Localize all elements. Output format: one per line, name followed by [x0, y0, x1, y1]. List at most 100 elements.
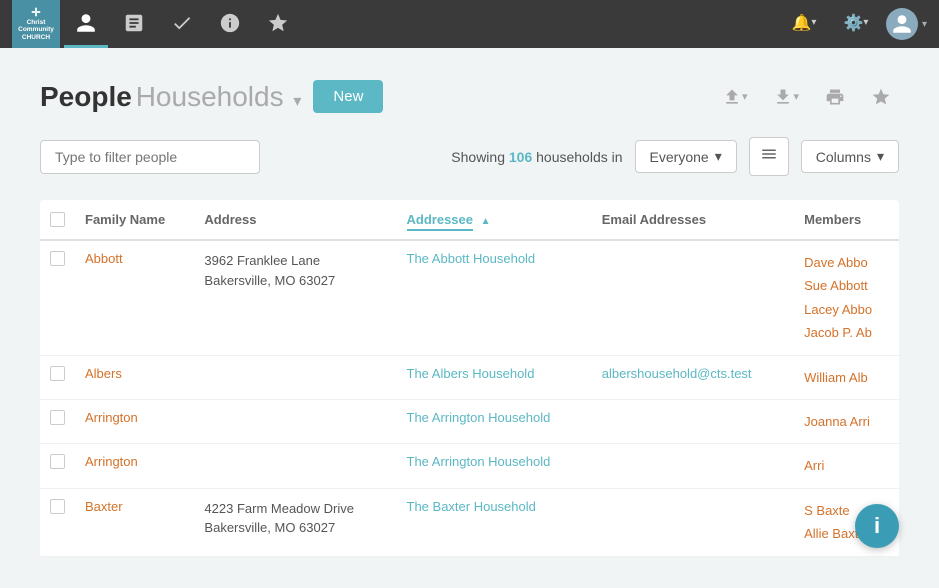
- email-cell: [592, 488, 794, 556]
- group-dropdown-caret: ▾: [715, 148, 722, 165]
- email-cell: [592, 399, 794, 443]
- search-input[interactable]: [40, 140, 260, 174]
- row-checkbox[interactable]: [50, 499, 65, 514]
- addressee-link[interactable]: The Abbott Household: [407, 251, 536, 266]
- family-name-cell: Arrington: [75, 399, 194, 443]
- page-header: People Households ▾ New ▾ ▾: [40, 80, 899, 113]
- addressee-link[interactable]: The Arrington Household: [407, 454, 551, 469]
- address-cell: [194, 444, 396, 488]
- address-cell: 3962 Franklee LaneBakersville, MO 63027: [194, 240, 396, 355]
- th-address-label: Address: [204, 212, 256, 227]
- family-name-link[interactable]: Arrington: [85, 454, 138, 469]
- title-dropdown-caret[interactable]: ▾: [293, 93, 301, 110]
- title-bold: People: [40, 81, 132, 112]
- data-table: Family Name Address Addressee ▲ Email Ad…: [40, 200, 899, 557]
- family-name-link[interactable]: Abbott: [85, 251, 123, 266]
- table-row: Abbott 3962 Franklee LaneBakersville, MO …: [40, 240, 899, 355]
- nav-checkin[interactable]: [160, 0, 204, 48]
- addressee-link[interactable]: The Baxter Household: [407, 499, 536, 514]
- th-select-all[interactable]: [40, 200, 75, 240]
- logo[interactable]: ✛ ChristCommunityCHURCH: [12, 0, 60, 48]
- th-addressee[interactable]: Addressee ▲: [397, 200, 592, 240]
- address-line1: 4223 Farm Meadow Drive: [204, 499, 386, 519]
- table-row: Albers The Albers Household albershousehol…: [40, 355, 899, 399]
- notifications-btn[interactable]: 🔔 ▾: [782, 0, 826, 48]
- addressee-cell: The Arrington Household: [397, 399, 592, 443]
- upload-button[interactable]: ▾: [714, 83, 756, 111]
- family-name-cell: Arrington: [75, 444, 194, 488]
- row-checkbox-cell: [40, 488, 75, 556]
- members-cell: Joanna Arri: [794, 399, 899, 443]
- new-button[interactable]: New: [313, 80, 383, 113]
- nav-tasks[interactable]: [112, 0, 156, 48]
- address-line2: Bakersville, MO 63027: [204, 271, 386, 291]
- row-checkbox[interactable]: [50, 410, 65, 425]
- nav-left: ✛ ChristCommunityCHURCH: [12, 0, 300, 48]
- email-cell: [592, 240, 794, 355]
- select-all-checkbox[interactable]: [50, 212, 65, 227]
- columns-dropdown-caret: ▾: [877, 148, 884, 165]
- th-family-name: Family Name: [75, 200, 194, 240]
- group-dropdown[interactable]: Everyone ▾: [635, 140, 737, 173]
- profile-btn[interactable]: ▾: [886, 8, 927, 40]
- page-content: People Households ▾ New ▾ ▾: [0, 48, 939, 557]
- row-checkbox-cell: [40, 240, 75, 355]
- address-cell: [194, 399, 396, 443]
- th-address: Address: [194, 200, 396, 240]
- address-line1: 3962 Franklee Lane: [204, 251, 386, 271]
- family-name-cell: Albers: [75, 355, 194, 399]
- family-name-link[interactable]: Baxter: [85, 499, 123, 514]
- download-button[interactable]: ▾: [765, 83, 807, 111]
- email-cell: albershousehold@cts.test: [592, 355, 794, 399]
- addressee-link[interactable]: The Albers Household: [407, 366, 535, 381]
- table-row: Baxter 4223 Farm Meadow DriveBakersville,…: [40, 488, 899, 556]
- member-name: Arri: [804, 454, 889, 477]
- addressee-link[interactable]: The Arrington Household: [407, 410, 551, 425]
- row-checkbox[interactable]: [50, 366, 65, 381]
- addressee-cell: The Albers Household: [397, 355, 592, 399]
- member-name: Jacob P. Ab: [804, 321, 889, 344]
- nav-giving[interactable]: [208, 0, 252, 48]
- family-name-cell: Abbott: [75, 240, 194, 355]
- member-name: Joanna Arri: [804, 410, 889, 433]
- row-checkbox-cell: [40, 444, 75, 488]
- member-name: Lacey Abbo: [804, 298, 889, 321]
- favorite-button[interactable]: [863, 83, 899, 111]
- list-view-button[interactable]: [749, 137, 789, 176]
- addressee-cell: The Abbott Household: [397, 240, 592, 355]
- row-checkbox[interactable]: [50, 251, 65, 266]
- member-name: Sue Abbott: [804, 274, 889, 297]
- nav-people[interactable]: [64, 0, 108, 48]
- th-email-label: Email Addresses: [602, 212, 706, 227]
- email-cell: [592, 444, 794, 488]
- top-nav: ✛ ChristCommunityCHURCH 🔔 ▾ ⚙️ ▾: [0, 0, 939, 48]
- print-button[interactable]: [817, 83, 853, 111]
- avatar: [886, 8, 918, 40]
- row-checkbox[interactable]: [50, 454, 65, 469]
- sort-arrow-icon: ▲: [481, 216, 491, 227]
- th-family-name-label: Family Name: [85, 212, 165, 227]
- info-bubble[interactable]: i: [855, 504, 899, 548]
- profile-caret: ▾: [922, 19, 927, 30]
- email-link[interactable]: albershousehold@cts.test: [602, 366, 752, 381]
- address-line2: Bakersville, MO 63027: [204, 518, 386, 538]
- members-cell: William Alb: [794, 355, 899, 399]
- th-addressee-label: Addressee: [407, 212, 473, 231]
- family-name-link[interactable]: Albers: [85, 366, 122, 381]
- nav-right: 🔔 ▾ ⚙️ ▾ ▾: [782, 0, 927, 48]
- columns-dropdown[interactable]: Columns ▾: [801, 140, 899, 173]
- members-cell: Dave AbboSue AbbottLacey AbboJacob P. Ab: [794, 240, 899, 355]
- settings-btn[interactable]: ⚙️ ▾: [834, 0, 878, 48]
- addressee-cell: The Arrington Household: [397, 444, 592, 488]
- th-members-label: Members: [804, 212, 861, 227]
- family-name-cell: Baxter: [75, 488, 194, 556]
- member-name: William Alb: [804, 366, 889, 389]
- family-name-link[interactable]: Arrington: [85, 410, 138, 425]
- address-cell: [194, 355, 396, 399]
- nav-favorites[interactable]: [256, 0, 300, 48]
- page-title-area: People Households ▾ New: [40, 80, 383, 113]
- table-row: Arrington The Arrington Household Arri: [40, 444, 899, 488]
- table-header-row: Family Name Address Addressee ▲ Email Ad…: [40, 200, 899, 240]
- address-cell: 4223 Farm Meadow DriveBakersville, MO 63…: [194, 488, 396, 556]
- addressee-cell: The Baxter Household: [397, 488, 592, 556]
